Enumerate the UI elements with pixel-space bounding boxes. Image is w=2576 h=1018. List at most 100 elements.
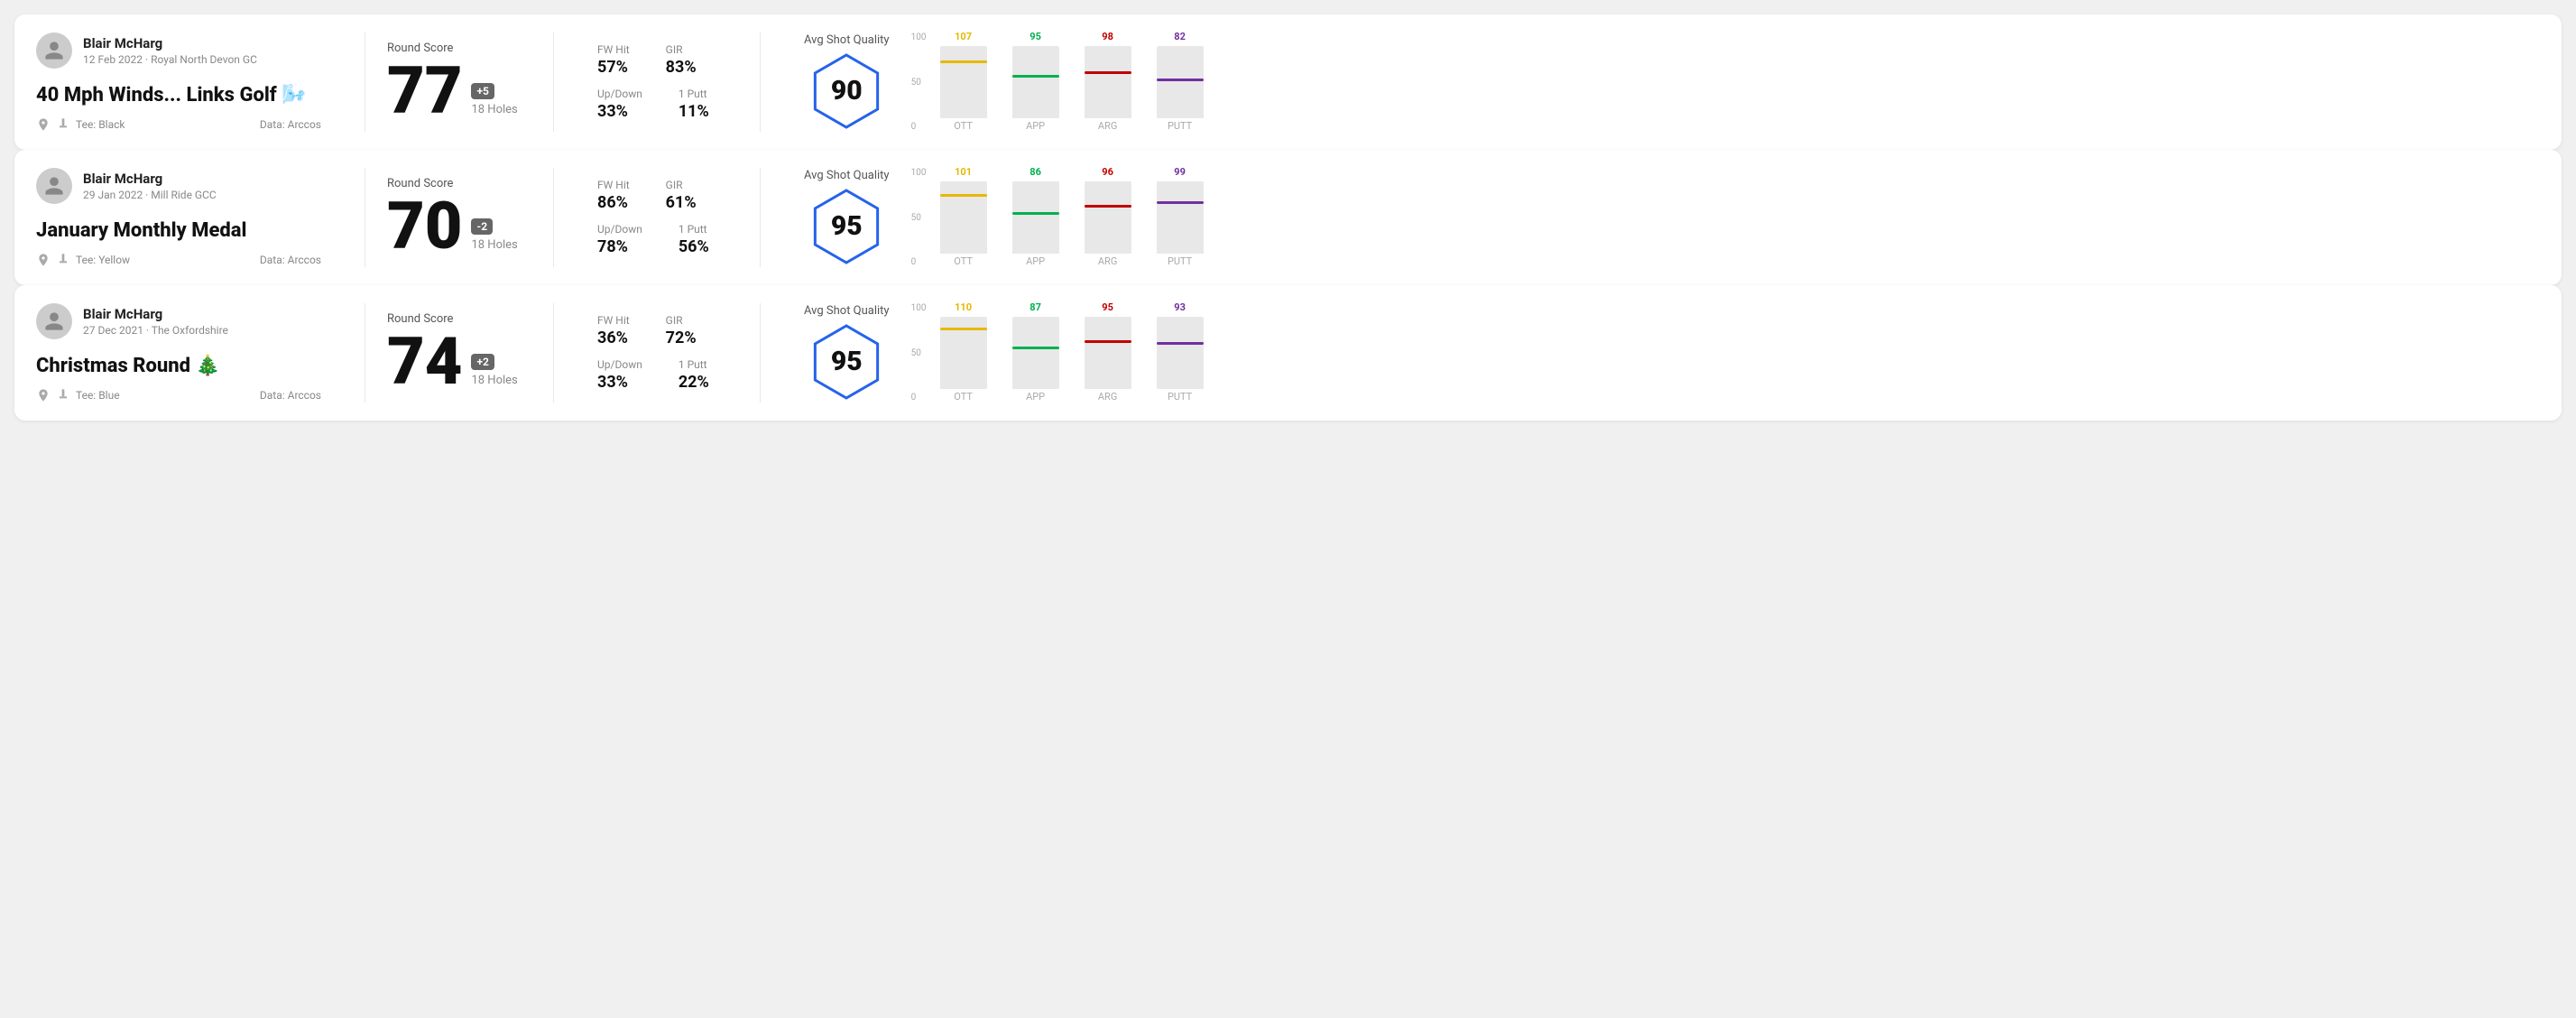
tee-label: Tee: Yellow bbox=[76, 254, 130, 266]
tee-icon bbox=[56, 117, 70, 132]
fw-hit-stat: FW Hit36% bbox=[597, 314, 630, 347]
round-card: Blair McHarg29 Jan 2022 · Mill Ride GCC J… bbox=[14, 150, 2562, 285]
player-info: Blair McHarg29 Jan 2022 · Mill Ride GCC bbox=[83, 171, 217, 201]
score-badge-column: +218 Holes bbox=[471, 354, 517, 394]
one-putt-value: 11% bbox=[679, 102, 709, 121]
stats-row-2: Up/Down33%1 Putt22% bbox=[597, 358, 716, 392]
holes-label: 18 Holes bbox=[471, 238, 517, 252]
weather-icon bbox=[36, 253, 51, 267]
stats-row-2: Up/Down78% 1 Putt56% bbox=[597, 223, 716, 256]
data-source: Data: Arccos bbox=[260, 389, 321, 402]
bar-wrap-app bbox=[1012, 46, 1059, 118]
player-name: Blair McHarg bbox=[83, 35, 257, 51]
fw-hit-value: 57% bbox=[597, 58, 630, 77]
player-date-course: 12 Feb 2022 · Royal North Devon GC bbox=[83, 53, 257, 66]
bar-line-putt bbox=[1157, 79, 1204, 81]
quality-hex: Avg Shot Quality95 bbox=[804, 169, 890, 267]
up-down-stat: Up/Down33% bbox=[597, 88, 642, 121]
bar-value-arg: 98 bbox=[1102, 31, 1113, 42]
bar-value-ott: 110 bbox=[955, 301, 972, 313]
score-section: Round Score70-218 Holes bbox=[387, 168, 531, 267]
bars-area: 100500110OTT87APP95ARG93PUTT bbox=[940, 303, 1204, 403]
bar-fill-app bbox=[1012, 347, 1059, 389]
bar-fill-putt bbox=[1157, 201, 1204, 254]
bar-wrap-ott bbox=[940, 46, 987, 118]
bar-wrap-arg bbox=[1085, 181, 1131, 254]
quality-section: Avg Shot Quality95100500110OTT87APP95ARG… bbox=[782, 303, 2540, 403]
fw-hit-stat: FW Hit 57% bbox=[597, 43, 630, 77]
up-down-stat: Up/Down78% bbox=[597, 223, 642, 256]
player-row: Blair McHarg 27 Dec 2021 · The Oxfordshir… bbox=[36, 303, 321, 339]
stats-section: FW Hit36% GIR 72% Up/Down33%1 Putt22% bbox=[576, 303, 738, 403]
one-putt-stat: 1 Putt11% bbox=[679, 88, 709, 121]
score-number: 77 bbox=[387, 59, 462, 124]
player-date-course: 27 Dec 2021 · The Oxfordshire bbox=[83, 324, 228, 337]
bar-col-putt: 93 PUTT bbox=[1157, 301, 1204, 403]
up-down-value: 78% bbox=[597, 237, 642, 256]
score-diff-badge: +5 bbox=[471, 83, 494, 99]
axis-label-arg: ARG bbox=[1085, 255, 1131, 267]
bar-value-app: 95 bbox=[1029, 31, 1041, 42]
bar-fill-ott bbox=[940, 60, 987, 118]
bar-wrap-ott bbox=[940, 181, 987, 254]
bar-wrap-app bbox=[1012, 317, 1059, 389]
tee-icon bbox=[56, 388, 70, 403]
y-axis: 100500 bbox=[911, 303, 927, 403]
stats-section: FW Hit86%GIR61%Up/Down78%1 Putt56% bbox=[576, 168, 738, 267]
score-diff-badge: +2 bbox=[471, 354, 494, 370]
round-title: January Monthly Medal bbox=[36, 219, 321, 242]
avg-shot-quality-label: Avg Shot Quality bbox=[804, 169, 890, 182]
bar-line-arg bbox=[1085, 205, 1131, 208]
one-putt-stat: 1 Putt56% bbox=[679, 223, 709, 256]
score-number: 74 bbox=[387, 329, 462, 394]
score-section: Round Score74+218 Holes bbox=[387, 303, 531, 403]
holes-label: 18 Holes bbox=[471, 103, 517, 116]
round-title: Christmas Round 🎄 bbox=[36, 355, 321, 377]
avg-shot-quality-label: Avg Shot Quality bbox=[804, 304, 890, 318]
player-name: Blair McHarg bbox=[83, 306, 228, 322]
gir-stat: GIR 72% bbox=[666, 314, 697, 347]
fw-hit-value: 36% bbox=[597, 329, 630, 347]
score-main-row: 70-218 Holes bbox=[387, 194, 531, 259]
axis-label-putt: PUTT bbox=[1157, 391, 1204, 403]
gir-value: 72% bbox=[666, 329, 697, 347]
bar-value-app: 87 bbox=[1029, 301, 1041, 313]
bar-chart-wrapper: 100500101OTT86APP96ARG99PUTT bbox=[908, 168, 1204, 267]
player-info: Blair McHarg 12 Feb 2022 · Royal North De… bbox=[83, 35, 257, 66]
stats-row-2: Up/Down33% 1 Putt11% bbox=[597, 88, 716, 121]
bar-value-arg: 96 bbox=[1102, 166, 1113, 178]
gir-label: GIR bbox=[666, 314, 697, 327]
bar-fill-app bbox=[1012, 75, 1059, 118]
avatar bbox=[36, 32, 72, 69]
score-section: Round Score77+518 Holes bbox=[387, 32, 531, 132]
weather-icon bbox=[36, 388, 51, 403]
bar-wrap-app bbox=[1012, 181, 1059, 254]
bar-col-ott: 101OTT bbox=[940, 166, 987, 267]
bar-col-ott: 107OTT bbox=[940, 31, 987, 132]
bar-line-ott bbox=[940, 194, 987, 197]
bar-fill-arg bbox=[1085, 205, 1131, 254]
bar-line-ott bbox=[940, 328, 987, 330]
bar-col-ott: 110 OTT bbox=[940, 301, 987, 403]
bar-wrap-putt bbox=[1157, 317, 1204, 389]
stats-section: FW Hit57%GIR83%Up/Down33%1 Putt11% bbox=[576, 32, 738, 132]
bar-line-arg bbox=[1085, 340, 1131, 343]
bar-fill-ott bbox=[940, 194, 987, 254]
bar-value-arg: 95 bbox=[1102, 301, 1113, 313]
bar-value-putt: 93 bbox=[1174, 301, 1186, 313]
hex-score: 90 bbox=[831, 75, 863, 106]
axis-label-arg: ARG bbox=[1085, 391, 1131, 403]
fw-hit-label: FW Hit bbox=[597, 43, 630, 56]
bar-wrap-arg bbox=[1085, 317, 1131, 389]
quality-section: Avg Shot Quality90100500107OTT95APP98ARG… bbox=[782, 32, 2540, 132]
stats-row-1: FW Hit36% GIR 72% bbox=[597, 314, 716, 347]
bar-wrap-ott bbox=[940, 317, 987, 389]
bar-value-putt: 99 bbox=[1174, 166, 1186, 178]
bar-chart-wrapper: 100500107OTT95APP98ARG82PUTT bbox=[908, 32, 1204, 132]
tee-label: Tee: Blue bbox=[76, 389, 120, 402]
fw-hit-label: FW Hit bbox=[597, 179, 630, 191]
stats-row-1: FW Hit57%GIR83% bbox=[597, 43, 716, 77]
axis-label-ott: OTT bbox=[940, 391, 987, 403]
bars-area: 100500101OTT86APP96ARG99PUTT bbox=[940, 168, 1204, 267]
gir-stat: GIR61% bbox=[666, 179, 697, 212]
